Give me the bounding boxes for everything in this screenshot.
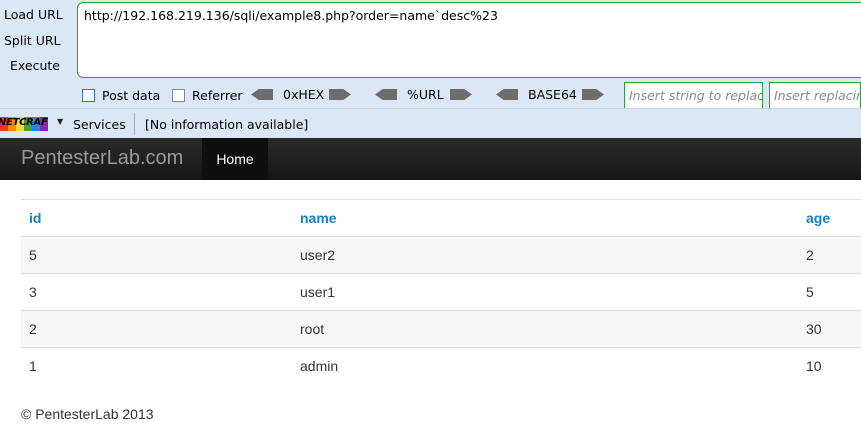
nav-home-link[interactable]: Home (202, 138, 268, 180)
replace-string-input[interactable]: Insert string to replace (624, 82, 763, 109)
hex-label: 0xHEX (283, 87, 325, 102)
cell-age: 10 (798, 347, 861, 385)
hex-encode-arrow-icon[interactable] (329, 89, 351, 100)
referrer-checkbox[interactable] (172, 89, 185, 102)
post-data-checkbox[interactable] (82, 89, 95, 102)
cell-name: admin (292, 347, 798, 385)
hackbar-options: Post data Referrer 0xHEX %URL BASE64 Ins… (0, 82, 861, 109)
referrer-option[interactable]: Referrer (172, 88, 243, 103)
column-header-name[interactable]: name (292, 199, 798, 237)
cell-name: user2 (292, 236, 798, 274)
post-data-option[interactable]: Post data (82, 88, 160, 103)
netcraft-toolbar: NETCRAFT ▼ Services [No information avai… (0, 108, 861, 138)
column-header-age[interactable]: age (798, 199, 861, 237)
table-header-row: id name age (21, 199, 861, 237)
split-url-button[interactable]: Split URL (4, 33, 61, 48)
base64-label: BASE64 (528, 87, 577, 102)
hackbar-toolbar: Load URL Split URL Execute http://192.16… (0, 0, 861, 109)
netcraft-logo-text: NETCRAFT (0, 117, 48, 128)
brand-link[interactable]: PentesterLab.com (21, 147, 183, 170)
execute-button[interactable]: Execute (10, 58, 60, 73)
cell-age: 30 (798, 310, 861, 348)
cell-name: root (292, 310, 798, 348)
column-header-id[interactable]: id (21, 199, 292, 237)
cell-id: 1 (21, 347, 292, 385)
cell-name: user1 (292, 273, 798, 311)
page-footer: © PentesterLab 2013 (21, 406, 154, 422)
table-row: 3 user1 5 (21, 273, 861, 311)
replacing-string-input[interactable]: Insert replacing string (769, 82, 861, 109)
toolbar-divider (134, 113, 135, 135)
table-row: 1 admin 10 (21, 347, 861, 385)
table-row: 2 root 30 (21, 310, 861, 348)
site-navbar: PentesterLab.com Home (0, 138, 861, 180)
table-row: 5 user2 2 (21, 236, 861, 274)
netcraft-dropdown-icon[interactable]: ▼ (57, 117, 63, 126)
post-data-label: Post data (102, 88, 161, 103)
cell-id: 3 (21, 273, 292, 311)
hex-decode-arrow-icon[interactable] (251, 89, 273, 100)
users-table: id name age 5 user2 2 3 user1 5 2 root 3… (21, 199, 861, 385)
url-encode-arrow-icon[interactable] (450, 89, 472, 100)
url-textarea[interactable]: http://192.168.219.136/sqli/example8.php… (77, 2, 861, 78)
cell-age: 2 (798, 236, 861, 274)
netcraft-logo[interactable]: NETCRAFT (0, 117, 48, 131)
cell-id: 5 (21, 236, 292, 274)
base64-decode-arrow-icon[interactable] (496, 89, 518, 100)
site-info-text: [No information available] (145, 117, 309, 132)
load-url-button[interactable]: Load URL (4, 7, 63, 22)
cell-age: 5 (798, 273, 861, 311)
referrer-label: Referrer (192, 88, 243, 103)
base64-encode-arrow-icon[interactable] (582, 89, 604, 100)
url-encode-label: %URL (407, 87, 444, 102)
services-menu[interactable]: Services (73, 117, 126, 132)
url-decode-arrow-icon[interactable] (375, 89, 397, 100)
cell-id: 2 (21, 310, 292, 348)
